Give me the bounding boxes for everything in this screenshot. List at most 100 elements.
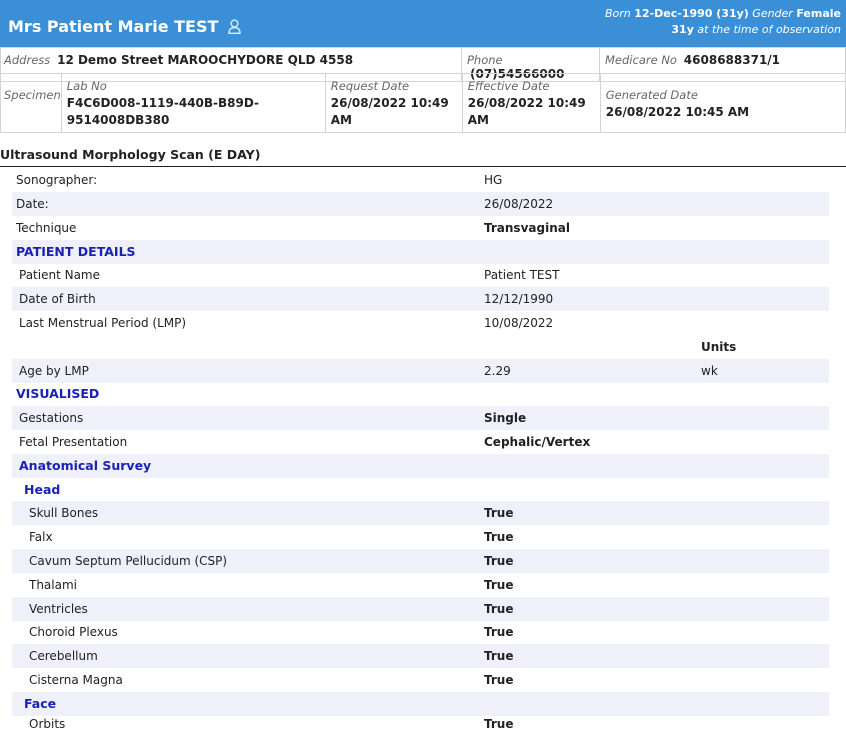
- address-value: 12 Demo Street MAROOCHYDORE QLD 4558: [57, 53, 354, 67]
- report-title: Ultrasound Morphology Scan (E DAY): [0, 147, 261, 162]
- report-row-technique: Technique Transvaginal: [12, 216, 829, 240]
- row-value: Transvaginal: [484, 221, 570, 235]
- report-row-falx: Falx True: [12, 525, 829, 549]
- row-value: 12/12/1990: [484, 292, 554, 306]
- report-row-choroid-plexus: Choroid Plexus True: [12, 620, 829, 644]
- report-row-patient-name: Patient Name Patient TEST: [12, 263, 829, 287]
- row-label: Orbits: [29, 717, 66, 731]
- section-header-label: Head: [24, 482, 61, 497]
- lab-no-cell: Lab No F4C6D008-1119-440B-B89D- 9514008D…: [60, 73, 326, 133]
- row-label: Patient Name: [19, 268, 100, 282]
- row-units: wk: [701, 364, 718, 378]
- effective-date-label: Effective Date: [467, 79, 550, 93]
- report-row-gestations: Gestations Single: [12, 406, 829, 430]
- gender-value: Female: [796, 7, 841, 20]
- row-value: 2.29: [484, 364, 511, 378]
- age-line: 31y at the time of observation: [671, 23, 841, 36]
- row-value: Cephalic/Vertex: [484, 435, 591, 449]
- row-label: Technique: [16, 221, 77, 235]
- row-label: Falx: [29, 530, 53, 544]
- row-value: HG: [484, 173, 503, 187]
- age-value: 31y: [671, 23, 694, 36]
- row-label: Skull Bones: [29, 506, 99, 520]
- row-value: True: [484, 673, 514, 687]
- row-value: True: [484, 530, 514, 544]
- row-label: Thalami: [29, 578, 77, 592]
- row-value: Patient TEST: [484, 268, 560, 282]
- request-date-cell: Request Date 26/08/2022 10:49 AM: [324, 73, 463, 133]
- row-value: 10/08/2022: [484, 316, 554, 330]
- report-row-age-by-lmp: Age by LMP 2.29 wk: [12, 359, 829, 383]
- request-date-value-2: AM: [330, 113, 352, 127]
- generated-date-cell: Generated Date 26/08/2022 10:45 AM: [599, 73, 846, 133]
- row-value: True: [484, 554, 514, 568]
- medicare-value: 4608688371/1: [683, 53, 781, 67]
- report-row-sonographer: Sonographer: HG: [12, 168, 829, 192]
- row-value: True: [484, 578, 514, 592]
- born-value: 12-Dec-1990 (31y): [634, 7, 749, 20]
- effective-date-value-1: 26/08/2022 10:49: [467, 96, 586, 110]
- phone-label: Phone: [467, 53, 503, 67]
- report-row-thalami: Thalami True: [12, 573, 829, 597]
- section-header-label: VISUALISED: [16, 386, 100, 401]
- report-row-lmp: Last Menstrual Period (LMP) 10/08/2022: [12, 311, 829, 335]
- section-header-head: Head: [12, 478, 829, 502]
- row-label: Date:: [16, 197, 49, 211]
- section-header-anatomical-survey: Anatomical Survey: [12, 454, 829, 478]
- lab-no-label: Lab No: [66, 79, 107, 93]
- medicare-label: Medicare No: [605, 53, 677, 67]
- lab-no-value-1: F4C6D008-1119-440B-B89D-: [66, 96, 260, 110]
- row-value: True: [484, 602, 514, 616]
- request-date-label: Request Date: [330, 79, 410, 93]
- report-row-skull-bones: Skull Bones True: [12, 501, 829, 525]
- row-label: Gestations: [19, 411, 84, 425]
- report-row-fetal-presentation: Fetal Presentation Cephalic/Vertex: [12, 430, 829, 454]
- units-header-row: Units: [12, 335, 829, 359]
- section-header-visualised: VISUALISED: [12, 382, 829, 406]
- row-label: Last Menstrual Period (LMP): [19, 316, 187, 330]
- row-value: Single: [484, 411, 527, 425]
- address-label: Address: [4, 53, 51, 67]
- report-row-csp: Cavum Septum Pellucidum (CSP) True: [12, 549, 829, 573]
- birth-gender-line: Born 12-Dec-1990 (31y) Gender Female: [605, 7, 841, 20]
- effective-date-value-2: AM: [467, 113, 489, 127]
- generated-date-label: Generated Date: [605, 88, 698, 102]
- section-header-patient-details: PATIENT DETAILS: [12, 240, 829, 264]
- row-label: Sonographer:: [16, 173, 98, 187]
- report-row-ventricles: Ventricles True: [12, 597, 829, 621]
- report-row-date-of-birth: Date of Birth 12/12/1990: [12, 287, 829, 311]
- title-divider: [0, 166, 846, 167]
- gender-label: Gender: [752, 7, 793, 20]
- specimen-label: Specimen: [4, 88, 61, 102]
- patient-name: Mrs Patient Marie TEST: [8, 17, 241, 36]
- born-label: Born: [604, 7, 631, 20]
- person-icon[interactable]: [228, 19, 241, 34]
- row-value: 26/08/2022: [484, 197, 554, 211]
- report-row-cisterna-magna: Cisterna Magna True: [12, 668, 829, 692]
- row-label: Cisterna Magna: [29, 673, 123, 687]
- row-label: Ventricles: [29, 602, 88, 616]
- specimen-cell: Specimen: [0, 73, 62, 133]
- row-value: True: [484, 506, 514, 520]
- effective-date-cell: Effective Date 26/08/2022 10:49 AM: [461, 73, 601, 133]
- patient-banner: Mrs Patient Marie TEST Born 12-Dec-1990 …: [0, 0, 846, 47]
- report-row-cerebellum: Cerebellum True: [12, 644, 829, 668]
- row-label: Age by LMP: [19, 364, 89, 378]
- lab-no-value-2: 9514008DB380: [66, 113, 170, 127]
- request-date-value-1: 26/08/2022 10:49: [330, 96, 449, 110]
- row-label: Cavum Septum Pellucidum (CSP): [29, 554, 228, 568]
- row-label: Fetal Presentation: [19, 435, 128, 449]
- report-row-date: Date: 26/08/2022: [12, 192, 829, 216]
- age-note: at the time of observation: [697, 23, 841, 36]
- report-row-orbits: Orbits True: [12, 712, 829, 736]
- row-value: True: [484, 649, 514, 663]
- row-label: Cerebellum: [29, 649, 98, 663]
- row-value: True: [484, 625, 514, 639]
- row-label: Date of Birth: [19, 292, 96, 306]
- specimen-table: Specimen Lab No F4C6D008-1119-440B-B89D-…: [0, 73, 846, 133]
- units-header: Units: [701, 340, 737, 354]
- section-header-label: PATIENT DETAILS: [16, 244, 136, 259]
- section-header-label: Anatomical Survey: [19, 458, 152, 473]
- row-value: True: [484, 717, 514, 731]
- generated-date-value: 26/08/2022 10:45 AM: [605, 105, 750, 119]
